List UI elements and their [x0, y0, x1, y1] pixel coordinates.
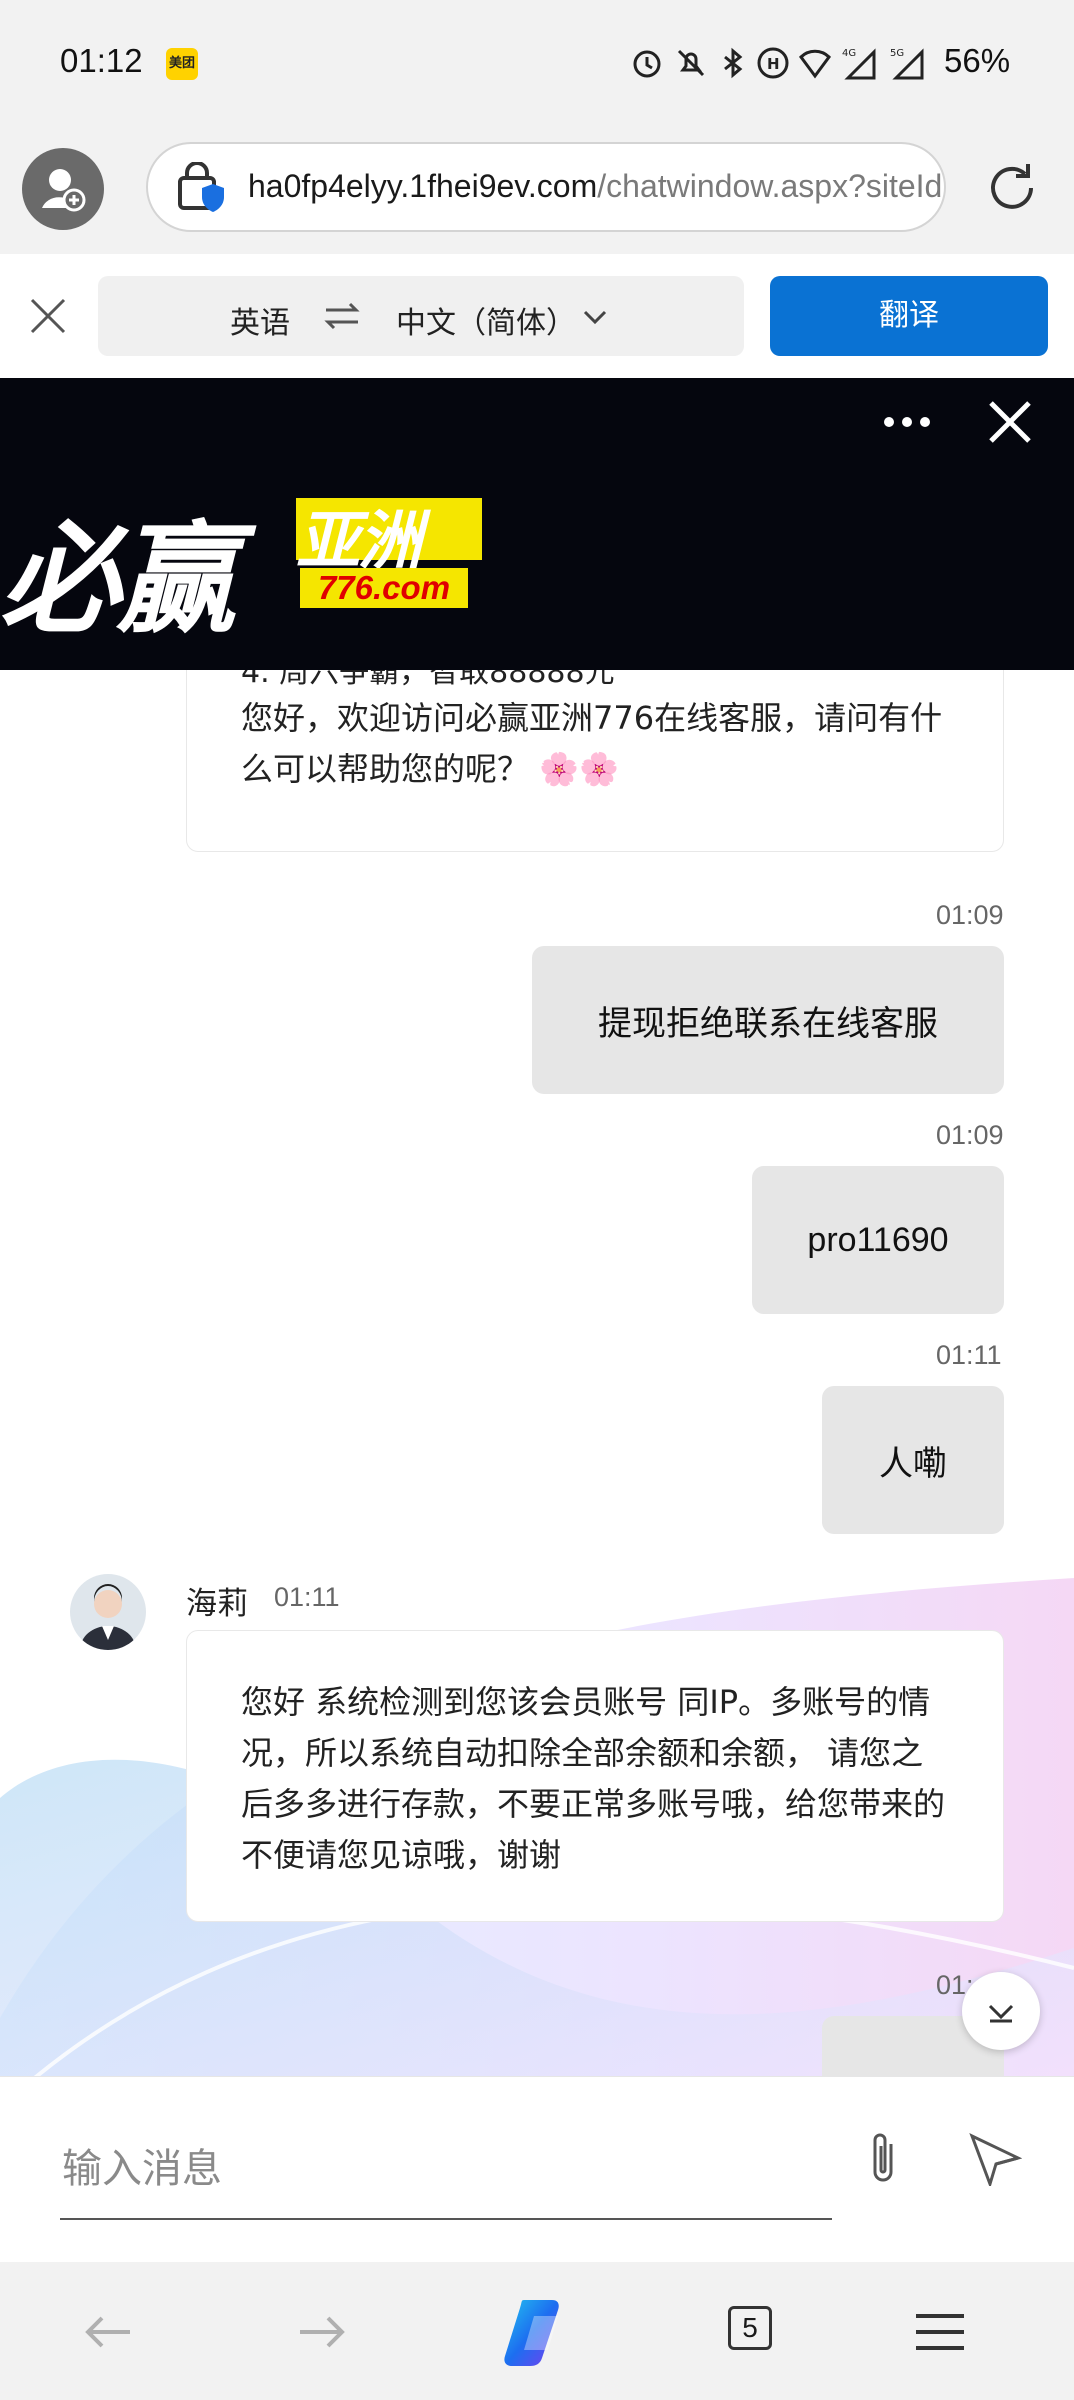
message-text: 您好 系统检测到您该会员账号 同IP。多账号的情况，所以系统自动扣除全部余额和余… [241, 1683, 946, 1874]
lock-shield-icon [178, 162, 224, 212]
message-input[interactable] [60, 2120, 832, 2220]
profile-add-icon [42, 169, 86, 212]
user-message-bubble: pro11690 [752, 1166, 1004, 1314]
refresh-icon[interactable] [984, 160, 1040, 216]
svg-text:H: H [767, 55, 780, 73]
menu-icon[interactable] [912, 2304, 968, 2360]
scroll-to-bottom-button[interactable] [962, 1972, 1040, 2050]
send-icon[interactable] [968, 2132, 1022, 2186]
alarm-icon [633, 50, 661, 78]
chevron-down-icon [988, 2004, 1014, 2023]
profile-button[interactable] [22, 148, 104, 230]
message-time: 01:09 [936, 900, 1004, 930]
svg-text:5G: 5G [890, 48, 904, 59]
back-arrow-icon[interactable] [80, 2304, 136, 2360]
message-time: 01:11 [936, 1340, 1002, 1370]
banner-logo-white: 必赢 [0, 511, 236, 650]
attachment-icon[interactable] [858, 2128, 908, 2188]
battery-level: 56% [944, 42, 1011, 79]
5g-signal-icon: 5G [890, 48, 924, 80]
translate-button[interactable]: 翻译 [770, 276, 1048, 356]
svg-text:4G: 4G [842, 48, 856, 59]
url-text: ha0fp4elyy.1fhei9ev.com/chatwindow.aspx?… [248, 168, 943, 204]
agent-message-bubble: 4. 周六争霸，智取88888元 您好，欢迎访问必赢亚洲776在线客服，请问有什… [186, 640, 1004, 852]
message-time: 01:09 [936, 1120, 1004, 1150]
source-language[interactable]: 英语 [230, 298, 290, 342]
agent-name: 海莉 [186, 1586, 248, 1622]
banner-domain: 776.com [300, 568, 468, 608]
copilot-icon[interactable] [494, 2294, 578, 2370]
wifi-icon [799, 49, 831, 79]
url-bar[interactable]: ha0fp4elyy.1fhei9ev.com/chatwindow.aspx?… [146, 142, 946, 232]
close-icon[interactable] [28, 296, 68, 336]
mute-icon [677, 49, 705, 77]
message-text: 您好，欢迎访问必赢亚洲776在线客服，请问有什么可以帮助您的呢？ 🌸🌸 [241, 699, 943, 788]
target-language[interactable]: 中文（简体） [396, 298, 576, 342]
status-time: 01:12 [60, 42, 143, 79]
chevron-down-icon [583, 310, 607, 325]
message-time: 01:11 [274, 1582, 340, 1612]
agent-avatar [70, 1574, 146, 1650]
more-options-icon[interactable] [880, 398, 934, 446]
bluetooth-icon [724, 47, 743, 79]
agent-message-bubble: 您好 系统检测到您该会员账号 同IP。多账号的情况，所以系统自动扣除全部余额和余… [186, 1630, 1004, 1922]
user-message-bubble: 提现拒绝联系在线客服 [532, 946, 1004, 1094]
language-selector[interactable]: 英语 中文（简体） [98, 276, 744, 356]
tab-count-button[interactable]: 5 [728, 2306, 772, 2350]
agent-avatar-icon [80, 1584, 136, 1650]
swap-languages-icon[interactable] [324, 298, 360, 334]
user-message-bubble: 人嘞 [822, 1386, 1004, 1534]
meituan-app-icon: 美团 [166, 48, 198, 80]
forward-arrow-icon[interactable] [294, 2304, 350, 2360]
hd-icon: H [757, 47, 789, 79]
close-icon[interactable] [986, 398, 1034, 446]
4g-signal-icon: 4G [842, 48, 876, 80]
